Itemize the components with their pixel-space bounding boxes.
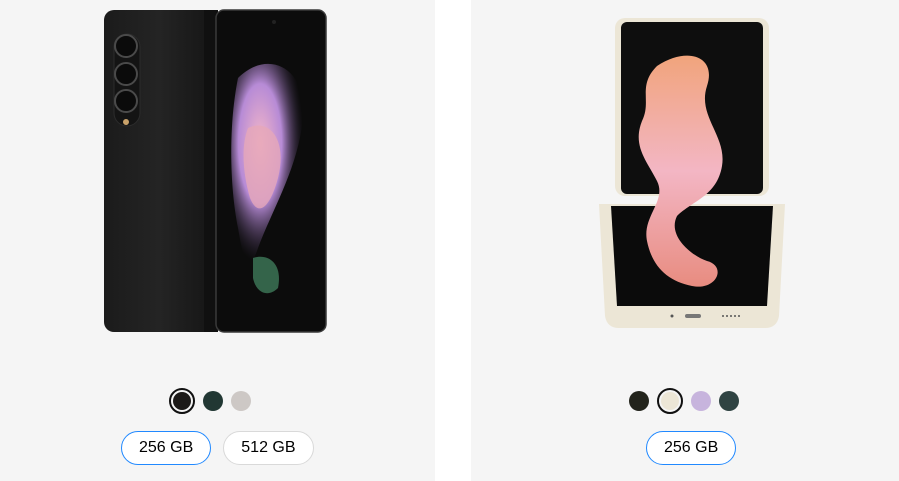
phone-fold-black-icon (104, 9, 327, 333)
color-swatch-green[interactable] (203, 391, 223, 411)
storage-option-256gb[interactable]: 256 GB (121, 431, 212, 465)
product-image-flip[interactable] (597, 16, 787, 332)
storage-options: 256 GB (646, 431, 737, 465)
phone-flip-cream-icon (599, 18, 785, 328)
color-swatch-silver[interactable] (231, 391, 251, 411)
color-swatch-black[interactable] (629, 391, 649, 411)
storage-option-256gb[interactable]: 256 GB (646, 431, 737, 465)
color-swatches (629, 388, 739, 414)
product-image-fold[interactable] (98, 8, 330, 338)
product-card-fold: 256 GB 512 GB (0, 0, 435, 481)
product-card-flip: 256 GB (471, 0, 899, 481)
color-swatch-green[interactable] (719, 391, 739, 411)
storage-options: 256 GB 512 GB (121, 431, 314, 465)
color-swatch-black[interactable] (169, 388, 195, 414)
color-swatch-lavender[interactable] (691, 391, 711, 411)
color-swatch-cream[interactable] (657, 388, 683, 414)
storage-option-512gb[interactable]: 512 GB (223, 431, 314, 465)
color-swatches (169, 388, 251, 414)
